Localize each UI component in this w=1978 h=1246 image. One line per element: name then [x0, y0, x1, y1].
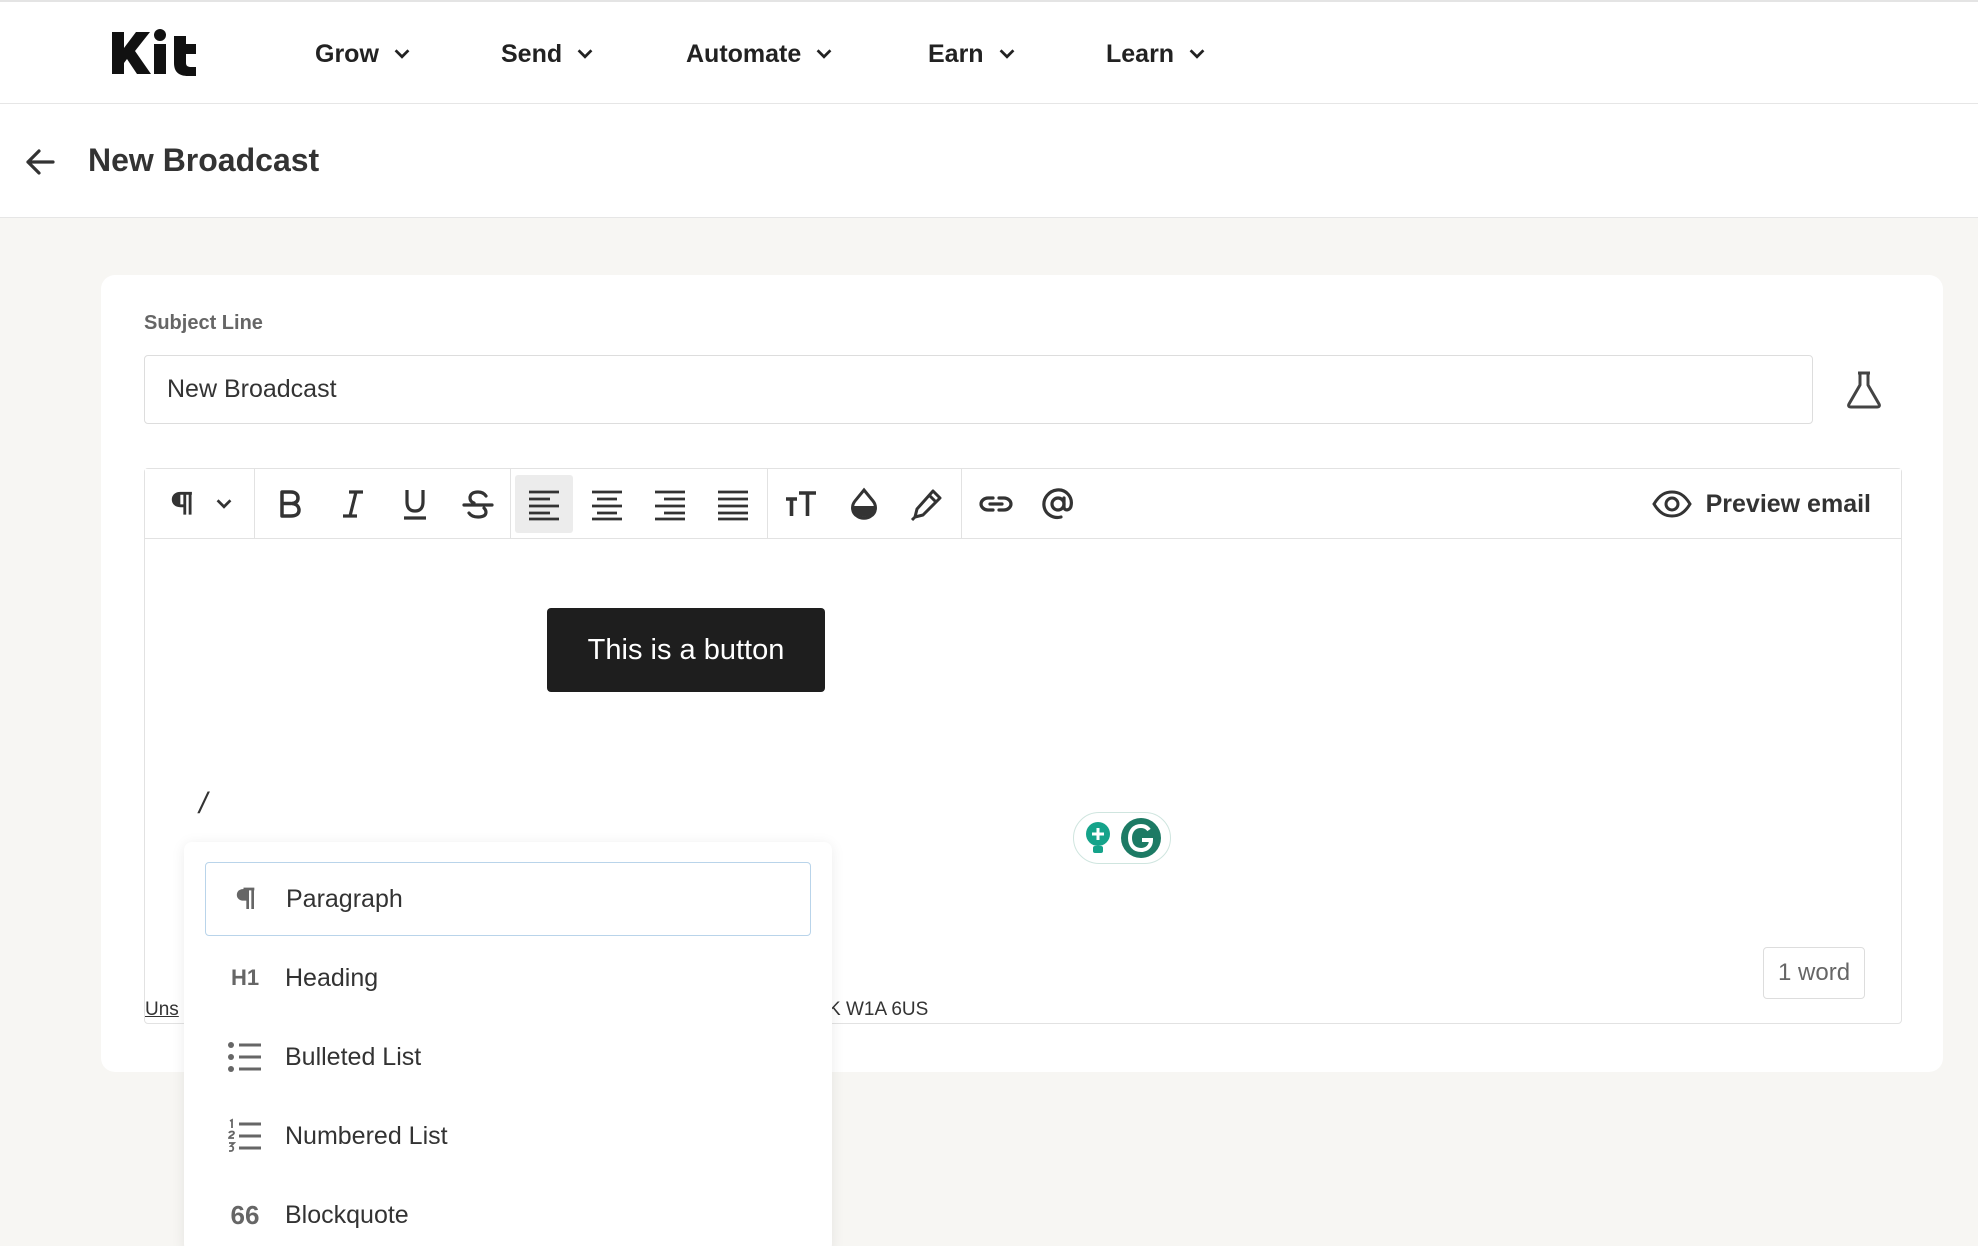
align-left-icon — [529, 490, 559, 521]
nav-automate-label: Automate — [686, 39, 802, 68]
nav-learn[interactable]: Learn — [1106, 34, 1208, 74]
chevron-down-icon — [816, 49, 832, 59]
menu-item-numbered-list[interactable]: Numbered List — [205, 1099, 811, 1173]
toolbar-group-text — [768, 469, 962, 538]
preview-email-label: Preview email — [1705, 489, 1871, 518]
menu-item-paragraph[interactable]: Paragraph — [205, 862, 811, 936]
heading-icon: H1 — [230, 965, 260, 990]
link-button[interactable] — [967, 475, 1025, 533]
block-type-dropdown[interactable] — [153, 475, 249, 533]
nav-send[interactable]: Send — [501, 34, 596, 74]
grammarly-icon — [1121, 818, 1161, 858]
back-button[interactable] — [20, 142, 60, 182]
page-title: New Broadcast — [88, 142, 320, 178]
align-right-button[interactable] — [641, 475, 699, 533]
highlighter-icon — [910, 489, 942, 522]
paragraph-icon — [206, 882, 286, 916]
menu-item-label: Heading — [285, 963, 379, 992]
color-drop-icon — [851, 487, 877, 520]
bold-icon — [280, 490, 301, 518]
top-nav: Grow Send Automate Earn Learn — [0, 0, 1978, 104]
align-right-icon — [655, 490, 685, 521]
page-header: New Broadcast — [0, 104, 1978, 218]
toolbar-group-insert — [962, 469, 1087, 538]
menu-item-label: Blockquote — [285, 1200, 409, 1229]
chevron-down-icon — [394, 49, 410, 59]
unsubscribe-link[interactable]: Uns — [145, 999, 179, 1021]
toolbar-group-inline — [255, 469, 511, 538]
align-center-button[interactable] — [578, 475, 636, 533]
arrow-left-icon — [26, 149, 55, 175]
underline-button[interactable] — [386, 475, 444, 533]
align-justify-icon — [718, 490, 748, 521]
chevron-down-icon — [216, 499, 232, 509]
editor-toolbar: Preview email — [145, 469, 1901, 539]
align-justify-button[interactable] — [704, 475, 762, 533]
font-size-icon — [786, 491, 816, 516]
italic-icon — [343, 490, 363, 518]
toolbar-group-align — [511, 469, 768, 538]
nav-earn-label: Earn — [928, 39, 984, 68]
toolbar-group-block — [145, 469, 255, 538]
italic-button[interactable] — [324, 475, 382, 533]
block-insert-menu: Paragraph H1 Heading Bulleted List Numbe… — [184, 842, 832, 1246]
blockquote-icon: 66 — [230, 1199, 260, 1230]
footer-address: K W1A 6US — [828, 999, 929, 1020]
grammarly-widget[interactable] — [1073, 812, 1171, 864]
nav-grow[interactable]: Grow — [315, 34, 413, 74]
menu-item-label: Numbered List — [285, 1121, 448, 1150]
bold-button[interactable] — [261, 475, 319, 533]
font-size-button[interactable] — [772, 475, 830, 533]
menu-item-heading[interactable]: H1 Heading — [205, 941, 811, 1015]
subject-line-input[interactable] — [144, 355, 1813, 424]
underline-icon — [404, 490, 426, 520]
at-sign-icon — [1042, 488, 1073, 520]
nav-earn[interactable]: Earn — [928, 34, 1018, 74]
eye-icon — [1651, 490, 1692, 518]
nav-learn-label: Learn — [1106, 39, 1175, 68]
nav-grow-label: Grow — [315, 39, 379, 68]
kit-logo-mark — [112, 29, 196, 76]
ab-test-button[interactable] — [1841, 367, 1887, 413]
kit-logo[interactable] — [108, 28, 210, 83]
link-icon — [979, 496, 1013, 512]
menu-item-label: Bulleted List — [285, 1042, 422, 1071]
align-center-icon — [592, 490, 622, 521]
numbered-list-icon — [205, 1118, 285, 1154]
subject-line-label: Subject Line — [144, 312, 263, 334]
chevron-down-icon — [1189, 49, 1205, 59]
menu-item-blockquote[interactable]: 66 Blockquote — [205, 1178, 811, 1246]
lightbulb-icon — [1086, 822, 1110, 853]
highlight-button[interactable] — [898, 475, 956, 533]
chevron-down-icon — [577, 49, 593, 59]
slash-command-text[interactable]: / — [199, 787, 207, 821]
email-cta-button[interactable]: This is a button — [547, 608, 825, 692]
menu-item-bulleted-list[interactable]: Bulleted List — [205, 1020, 811, 1094]
menu-item-label: Paragraph — [286, 884, 403, 913]
bulleted-list-icon — [205, 1040, 285, 1074]
align-left-button[interactable] — [515, 475, 573, 533]
nav-automate[interactable]: Automate — [686, 34, 835, 74]
mention-button[interactable] — [1029, 475, 1087, 533]
word-count-badge: 1 word — [1763, 947, 1866, 999]
text-color-button[interactable] — [835, 475, 893, 533]
paragraph-icon — [171, 491, 192, 515]
flask-icon — [1847, 371, 1881, 409]
nav-send-label: Send — [501, 39, 563, 68]
chevron-down-icon — [999, 49, 1014, 59]
strikethrough-button[interactable] — [449, 475, 507, 533]
preview-email-button[interactable]: Preview email — [1651, 483, 1871, 525]
strikethrough-icon — [462, 490, 494, 519]
